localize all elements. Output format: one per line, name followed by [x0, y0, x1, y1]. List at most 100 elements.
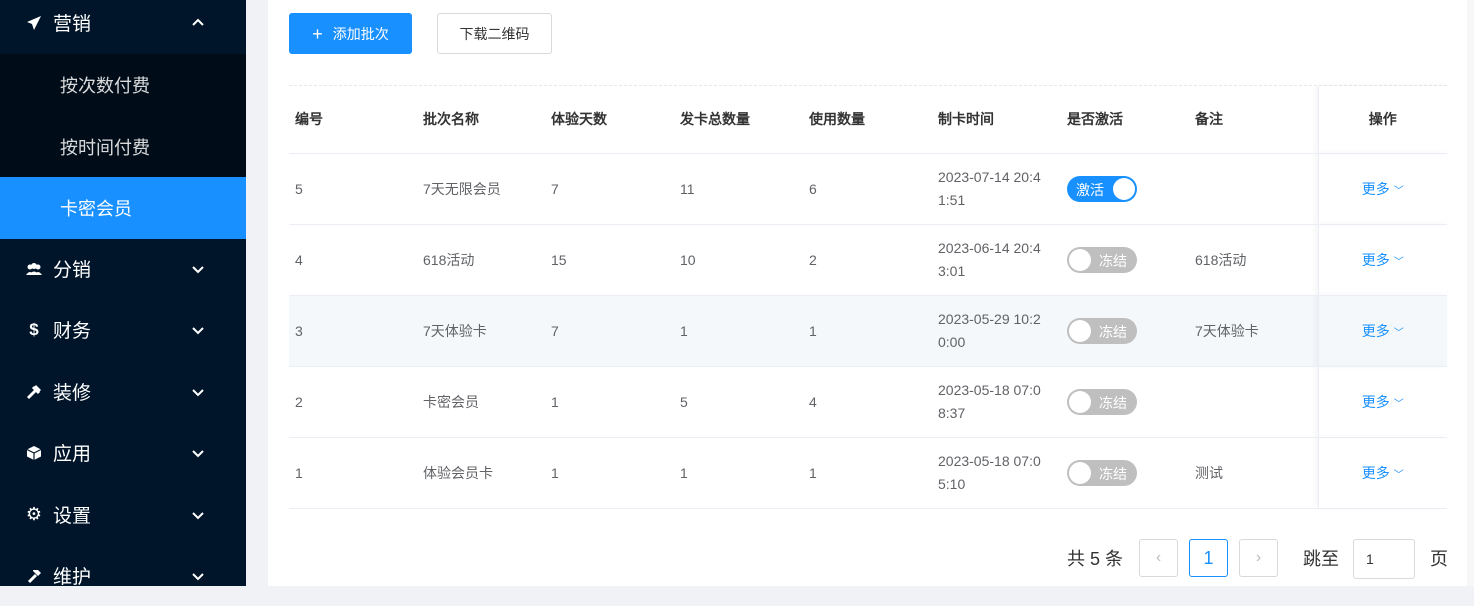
chevron-down-icon: ﹀ [1393, 185, 1404, 197]
more-dropdown[interactable]: 更多 ﹀ [1362, 394, 1404, 410]
toggle-label: 冻结 [1099, 323, 1127, 340]
dollar-icon: $ [29, 319, 39, 339]
toggle-label: 冻结 [1099, 394, 1127, 411]
cell-actions: 更多 ﹀ [1317, 224, 1447, 296]
batch-table: 编号 批次名称 体验天数 发卡总数量 使用数量 制卡时间 是否激活 备注 操作 … [289, 86, 1447, 509]
cell-days: 1 [545, 437, 674, 509]
chevron-down-icon [192, 326, 204, 334]
chevron-down-icon: ﹀ [1393, 469, 1404, 481]
menu-label: 营销 [53, 14, 92, 35]
toggle-label: 冻结 [1099, 465, 1127, 482]
cell-actions: 更多 ﹀ [1317, 366, 1447, 438]
col-header-note: 备注 [1189, 86, 1318, 154]
more-dropdown[interactable]: 更多 ﹀ [1362, 252, 1404, 268]
time-line: 3:01 [938, 262, 966, 279]
cell-time: 2023-06-14 20:4 3:01 [932, 224, 1061, 296]
main-content: + 添加批次 下载二维码 编号 批次名称 体验天数 发卡总数量 使用数量 制卡时… [268, 0, 1474, 586]
jump-page-input[interactable]: 1 [1353, 539, 1415, 579]
time-line: 2023-05-18 07:0 [938, 452, 1041, 469]
toggle-knob [1069, 461, 1091, 484]
scrollbar[interactable] [1467, 0, 1474, 586]
cell-name: 卡密会员 [417, 366, 545, 438]
cell-active: 冻结 [1061, 437, 1189, 509]
time-line: 8:37 [938, 404, 966, 421]
table-row: 5 7天无限会员 7 11 6 2023-07-14 20:4 1:51 激活 更… [289, 153, 1447, 225]
cell-days: 7 [545, 153, 674, 225]
time-line: 0:00 [938, 333, 966, 350]
menu-decoration[interactable]: 装修 [0, 361, 246, 422]
menu-maintenance[interactable]: 维护 [0, 545, 246, 606]
col-header-active: 是否激活 [1061, 86, 1189, 154]
download-qrcode-button[interactable]: 下载二维码 [437, 13, 552, 54]
table-row: 2 卡密会员 1 5 4 2023-05-18 07:0 8:37 冻结 更多 ﹀ [289, 366, 1447, 438]
cell-active: 冻结 [1061, 366, 1189, 438]
cell-days: 15 [545, 224, 674, 296]
cell-name: 7天体验卡 [417, 295, 545, 367]
gear-icon: ⚙ [25, 504, 43, 524]
cell-note: 测试 [1189, 437, 1318, 509]
cell-active: 激活 [1061, 153, 1189, 225]
menu-settings[interactable]: ⚙ 设置 [0, 484, 246, 545]
cell-days: 1 [545, 366, 674, 438]
chevron-down-icon [192, 265, 204, 273]
col-header-actions: 操作 [1317, 86, 1447, 154]
toggle-knob [1069, 319, 1091, 342]
menu-apps[interactable]: 应用 [0, 422, 246, 483]
cell-time: 2023-05-29 10:2 0:00 [932, 295, 1061, 367]
cell-active: 冻结 [1061, 224, 1189, 296]
cell-id: 2 [289, 366, 417, 438]
activation-toggle[interactable]: 冻结 [1067, 459, 1137, 486]
cell-note [1189, 153, 1318, 225]
page-button[interactable]: 1 [1189, 539, 1228, 577]
activation-toggle[interactable]: 激活 [1067, 175, 1137, 202]
more-label: 更多 [1361, 464, 1390, 481]
toggle-knob [1069, 390, 1091, 413]
chevron-down-icon [192, 572, 204, 580]
col-header-used: 使用数量 [803, 86, 932, 154]
cell-time: 2023-05-18 07:0 5:10 [932, 437, 1061, 509]
submenu-label: 卡密会员 [60, 199, 132, 219]
time-line: 1:51 [938, 191, 966, 208]
cube-icon [25, 444, 43, 462]
page-suffix: 页 [1430, 549, 1448, 569]
submenu-item-per-use[interactable]: 按次数付费 [0, 54, 246, 116]
submenu-label: 按次数付费 [60, 76, 150, 96]
add-batch-button[interactable]: + 添加批次 [289, 13, 412, 54]
users-icon [25, 260, 43, 278]
table-row: 3 7天体验卡 7 1 1 2023-05-29 10:2 0:00 冻结 7天体… [289, 295, 1447, 367]
cell-total: 11 [674, 153, 803, 225]
sidebar: 营销 按次数付费 按时间付费 卡密会员 分销 $ 财务 装修 应用 ⚙ 设置 维… [0, 0, 246, 588]
more-dropdown[interactable]: 更多 ﹀ [1362, 323, 1404, 339]
prev-page-button[interactable]: ‹ [1139, 539, 1178, 577]
submenu-label: 按时间付费 [60, 138, 150, 158]
more-dropdown[interactable]: 更多 ﹀ [1362, 465, 1404, 481]
menu-marketing[interactable]: 营销 [0, 0, 246, 53]
menu-label: 分销 [53, 260, 92, 281]
col-header-id: 编号 [289, 86, 417, 154]
cell-note [1189, 366, 1318, 438]
jump-label: 跳至 [1303, 549, 1339, 569]
cell-id: 3 [289, 295, 417, 367]
activation-toggle[interactable]: 冻结 [1067, 246, 1137, 273]
more-dropdown[interactable]: 更多 ﹀ [1362, 181, 1404, 197]
chevron-down-icon: ﹀ [1393, 256, 1404, 268]
next-page-button[interactable]: › [1239, 539, 1278, 577]
cell-used: 1 [803, 437, 932, 509]
cell-name: 体验会员卡 [417, 437, 545, 509]
cell-active: 冻结 [1061, 295, 1189, 367]
activation-toggle[interactable]: 冻结 [1067, 388, 1137, 415]
cell-actions: 更多 ﹀ [1317, 437, 1447, 509]
menu-finance[interactable]: $ 财务 [0, 299, 246, 360]
chevron-down-icon [192, 511, 204, 519]
table-row: 1 体验会员卡 1 1 1 2023-05-18 07:0 5:10 冻结 测试 … [289, 437, 1447, 509]
chevron-right-icon: › [1255, 549, 1262, 566]
chevron-up-icon [192, 18, 204, 26]
menu-distribution[interactable]: 分销 [0, 238, 246, 299]
col-header-total: 发卡总数量 [674, 86, 803, 154]
time-line: 2023-05-29 10:2 [938, 310, 1041, 327]
submenu-item-card-member[interactable]: 卡密会员 [0, 177, 246, 239]
activation-toggle[interactable]: 冻结 [1067, 317, 1137, 344]
submenu-item-per-time[interactable]: 按时间付费 [0, 116, 246, 178]
cell-time: 2023-05-18 07:0 8:37 [932, 366, 1061, 438]
cell-used: 6 [803, 153, 932, 225]
